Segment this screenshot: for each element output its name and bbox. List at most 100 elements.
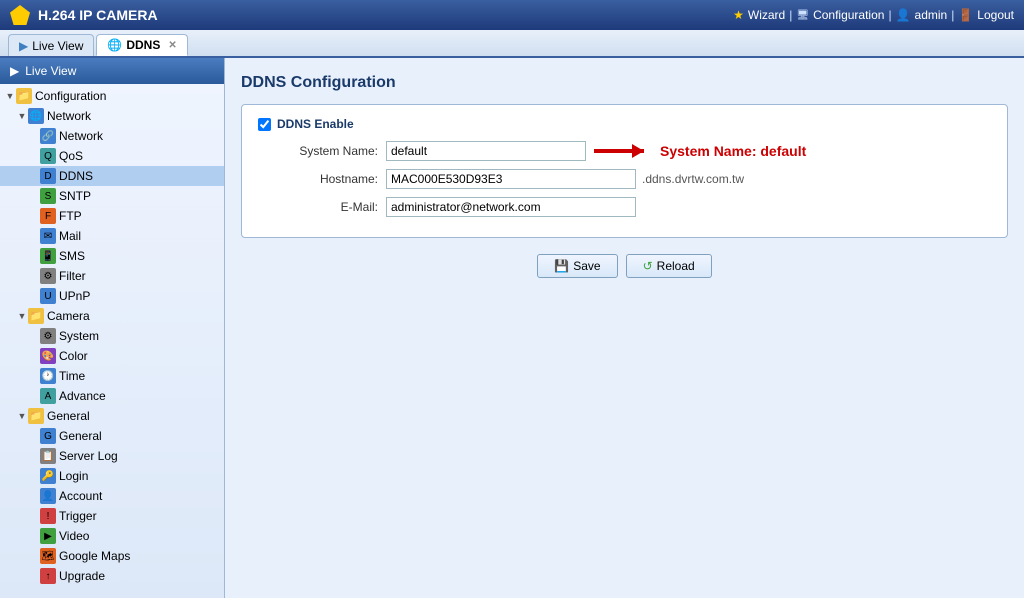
main-layout: ▶ Live View ▼ 📁 Configuration ▼ 🌐 Networ…	[0, 58, 1024, 598]
sidebar-item-network[interactable]: 🔗 Network	[0, 126, 224, 146]
sidebar: ▶ Live View ▼ 📁 Configuration ▼ 🌐 Networ…	[0, 58, 225, 598]
sidebar-live-view-label: Live View	[25, 64, 76, 78]
color-icon: 🎨	[40, 348, 56, 364]
save-button-label: Save	[573, 259, 600, 273]
network-group-folder-icon: 🌐	[28, 108, 44, 124]
sidebar-item-sntp[interactable]: S SNTP	[0, 186, 224, 206]
sidebar-google-maps-label: Google Maps	[59, 549, 130, 563]
hostname-input[interactable]	[386, 169, 636, 189]
tab-ddns[interactable]: 🌐 DDNS ✕	[96, 34, 187, 56]
sidebar-advance-label: Advance	[59, 389, 106, 403]
sidebar-item-color[interactable]: 🎨 Color	[0, 346, 224, 366]
reload-icon: ↺	[643, 259, 653, 273]
config-arrow-icon: ▼	[4, 90, 16, 102]
sidebar-item-upgrade[interactable]: ↑ Upgrade	[0, 566, 224, 586]
system-icon: ⚙	[40, 328, 56, 344]
sidebar-filter-label: Filter	[59, 269, 86, 283]
sidebar-item-network-group[interactable]: ▼ 🌐 Network	[0, 106, 224, 126]
sidebar-video-label: Video	[59, 529, 89, 543]
sidebar-item-upnp[interactable]: U UPnP	[0, 286, 224, 306]
account-icon: 👤	[40, 488, 56, 504]
email-label: E-Mail:	[258, 200, 378, 214]
upnp-icon: U	[40, 288, 56, 304]
wizard-star-icon: ★	[733, 8, 744, 22]
logout-link[interactable]: Logout	[977, 8, 1014, 22]
server-log-icon: 📋	[40, 448, 56, 464]
sidebar-live-view[interactable]: ▶ Live View	[0, 58, 224, 84]
sidebar-item-server-log[interactable]: 📋 Server Log	[0, 446, 224, 466]
red-arrow-icon	[594, 142, 654, 160]
configuration-link[interactable]: Configuration	[813, 8, 884, 22]
sidebar-time-label: Time	[59, 369, 85, 383]
hostname-label: Hostname:	[258, 172, 378, 186]
sidebar-item-time[interactable]: 🕐 Time	[0, 366, 224, 386]
annotation-text: System Name: default	[660, 143, 806, 159]
sidebar-item-account[interactable]: 👤 Account	[0, 486, 224, 506]
admin-icon: 👤	[896, 8, 911, 22]
login-icon: 🔑	[40, 468, 56, 484]
sidebar-network-label: Network	[59, 129, 103, 143]
reload-button-label: Reload	[657, 259, 695, 273]
sidebar-item-general-group[interactable]: ▼ 📁 General	[0, 406, 224, 426]
sidebar-item-ddns[interactable]: D DDNS	[0, 166, 224, 186]
header-right: ★ Wizard | 🖥 Configuration | 👤 admin | 🚪…	[733, 8, 1014, 22]
network-icon: 🔗	[40, 128, 56, 144]
hostname-row: Hostname: .ddns.dvrtw.com.tw	[258, 169, 991, 189]
sntp-icon: S	[40, 188, 56, 204]
sidebar-sms-label: SMS	[59, 249, 85, 263]
email-input[interactable]	[386, 197, 636, 217]
reload-button[interactable]: ↺ Reload	[626, 254, 712, 278]
sidebar-item-google-maps[interactable]: 🗺 Google Maps	[0, 546, 224, 566]
system-name-input[interactable]	[386, 141, 586, 161]
hostname-suffix: .ddns.dvrtw.com.tw	[642, 172, 744, 186]
sidebar-item-filter[interactable]: ⚙ Filter	[0, 266, 224, 286]
live-view-sidebar-icon: ▶	[10, 64, 19, 78]
save-button[interactable]: 💾 Save	[537, 254, 617, 278]
qos-icon: Q	[40, 148, 56, 164]
live-view-tab-icon: ▶	[19, 39, 28, 53]
content-area: DDNS Configuration DDNS Enable System Na…	[225, 58, 1024, 598]
sidebar-general-label: General	[59, 429, 102, 443]
page-title: DDNS Configuration	[241, 74, 1008, 92]
app-title: H.264 IP CAMERA	[38, 7, 158, 23]
ddns-enable-row: DDNS Enable	[258, 117, 991, 131]
general-folder-icon: 📁	[28, 408, 44, 424]
ddns-enable-label[interactable]: DDNS Enable	[277, 117, 354, 131]
ddns-enable-checkbox[interactable]	[258, 118, 271, 131]
sidebar-item-camera-group[interactable]: ▼ 📁 Camera	[0, 306, 224, 326]
sidebar-item-login[interactable]: 🔑 Login	[0, 466, 224, 486]
sidebar-item-ftp[interactable]: F FTP	[0, 206, 224, 226]
sidebar-item-configuration[interactable]: ▼ 📁 Configuration	[0, 86, 224, 106]
ddns-tab-label: DDNS	[126, 38, 160, 52]
advance-icon: A	[40, 388, 56, 404]
logout-icon: 🚪	[958, 8, 973, 22]
sidebar-item-mail[interactable]: ✉ Mail	[0, 226, 224, 246]
google-maps-icon: 🗺	[40, 548, 56, 564]
filter-icon: ⚙	[40, 268, 56, 284]
network-arrow-icon	[28, 130, 40, 142]
sidebar-item-trigger[interactable]: ! Trigger	[0, 506, 224, 526]
ddns-icon: D	[40, 168, 56, 184]
sms-icon: 📱	[40, 248, 56, 264]
sidebar-item-sms[interactable]: 📱 SMS	[0, 246, 224, 266]
camera-folder-icon: 📁	[28, 308, 44, 324]
trigger-icon: !	[40, 508, 56, 524]
config-icon: 🖥	[796, 10, 809, 21]
wizard-link[interactable]: Wizard	[748, 8, 785, 22]
sidebar-mail-label: Mail	[59, 229, 81, 243]
tabbar: ▶ Live View 🌐 DDNS ✕	[0, 30, 1024, 58]
sidebar-item-general[interactable]: G General	[0, 426, 224, 446]
sidebar-item-advance[interactable]: A Advance	[0, 386, 224, 406]
admin-link[interactable]: admin	[915, 8, 948, 22]
sidebar-item-system[interactable]: ⚙ System	[0, 326, 224, 346]
time-icon: 🕐	[40, 368, 56, 384]
sidebar-item-video[interactable]: ▶ Video	[0, 526, 224, 546]
system-name-label: System Name:	[258, 144, 378, 158]
sidebar-item-qos[interactable]: Q QoS	[0, 146, 224, 166]
sidebar-tree: ▼ 📁 Configuration ▼ 🌐 Network 🔗 Network …	[0, 84, 224, 588]
sidebar-trigger-label: Trigger	[59, 509, 97, 523]
sidebar-upnp-label: UPnP	[59, 289, 90, 303]
live-view-tab-label: Live View	[32, 39, 83, 53]
ddns-tab-close[interactable]: ✕	[168, 40, 176, 51]
tab-live-view[interactable]: ▶ Live View	[8, 34, 94, 56]
